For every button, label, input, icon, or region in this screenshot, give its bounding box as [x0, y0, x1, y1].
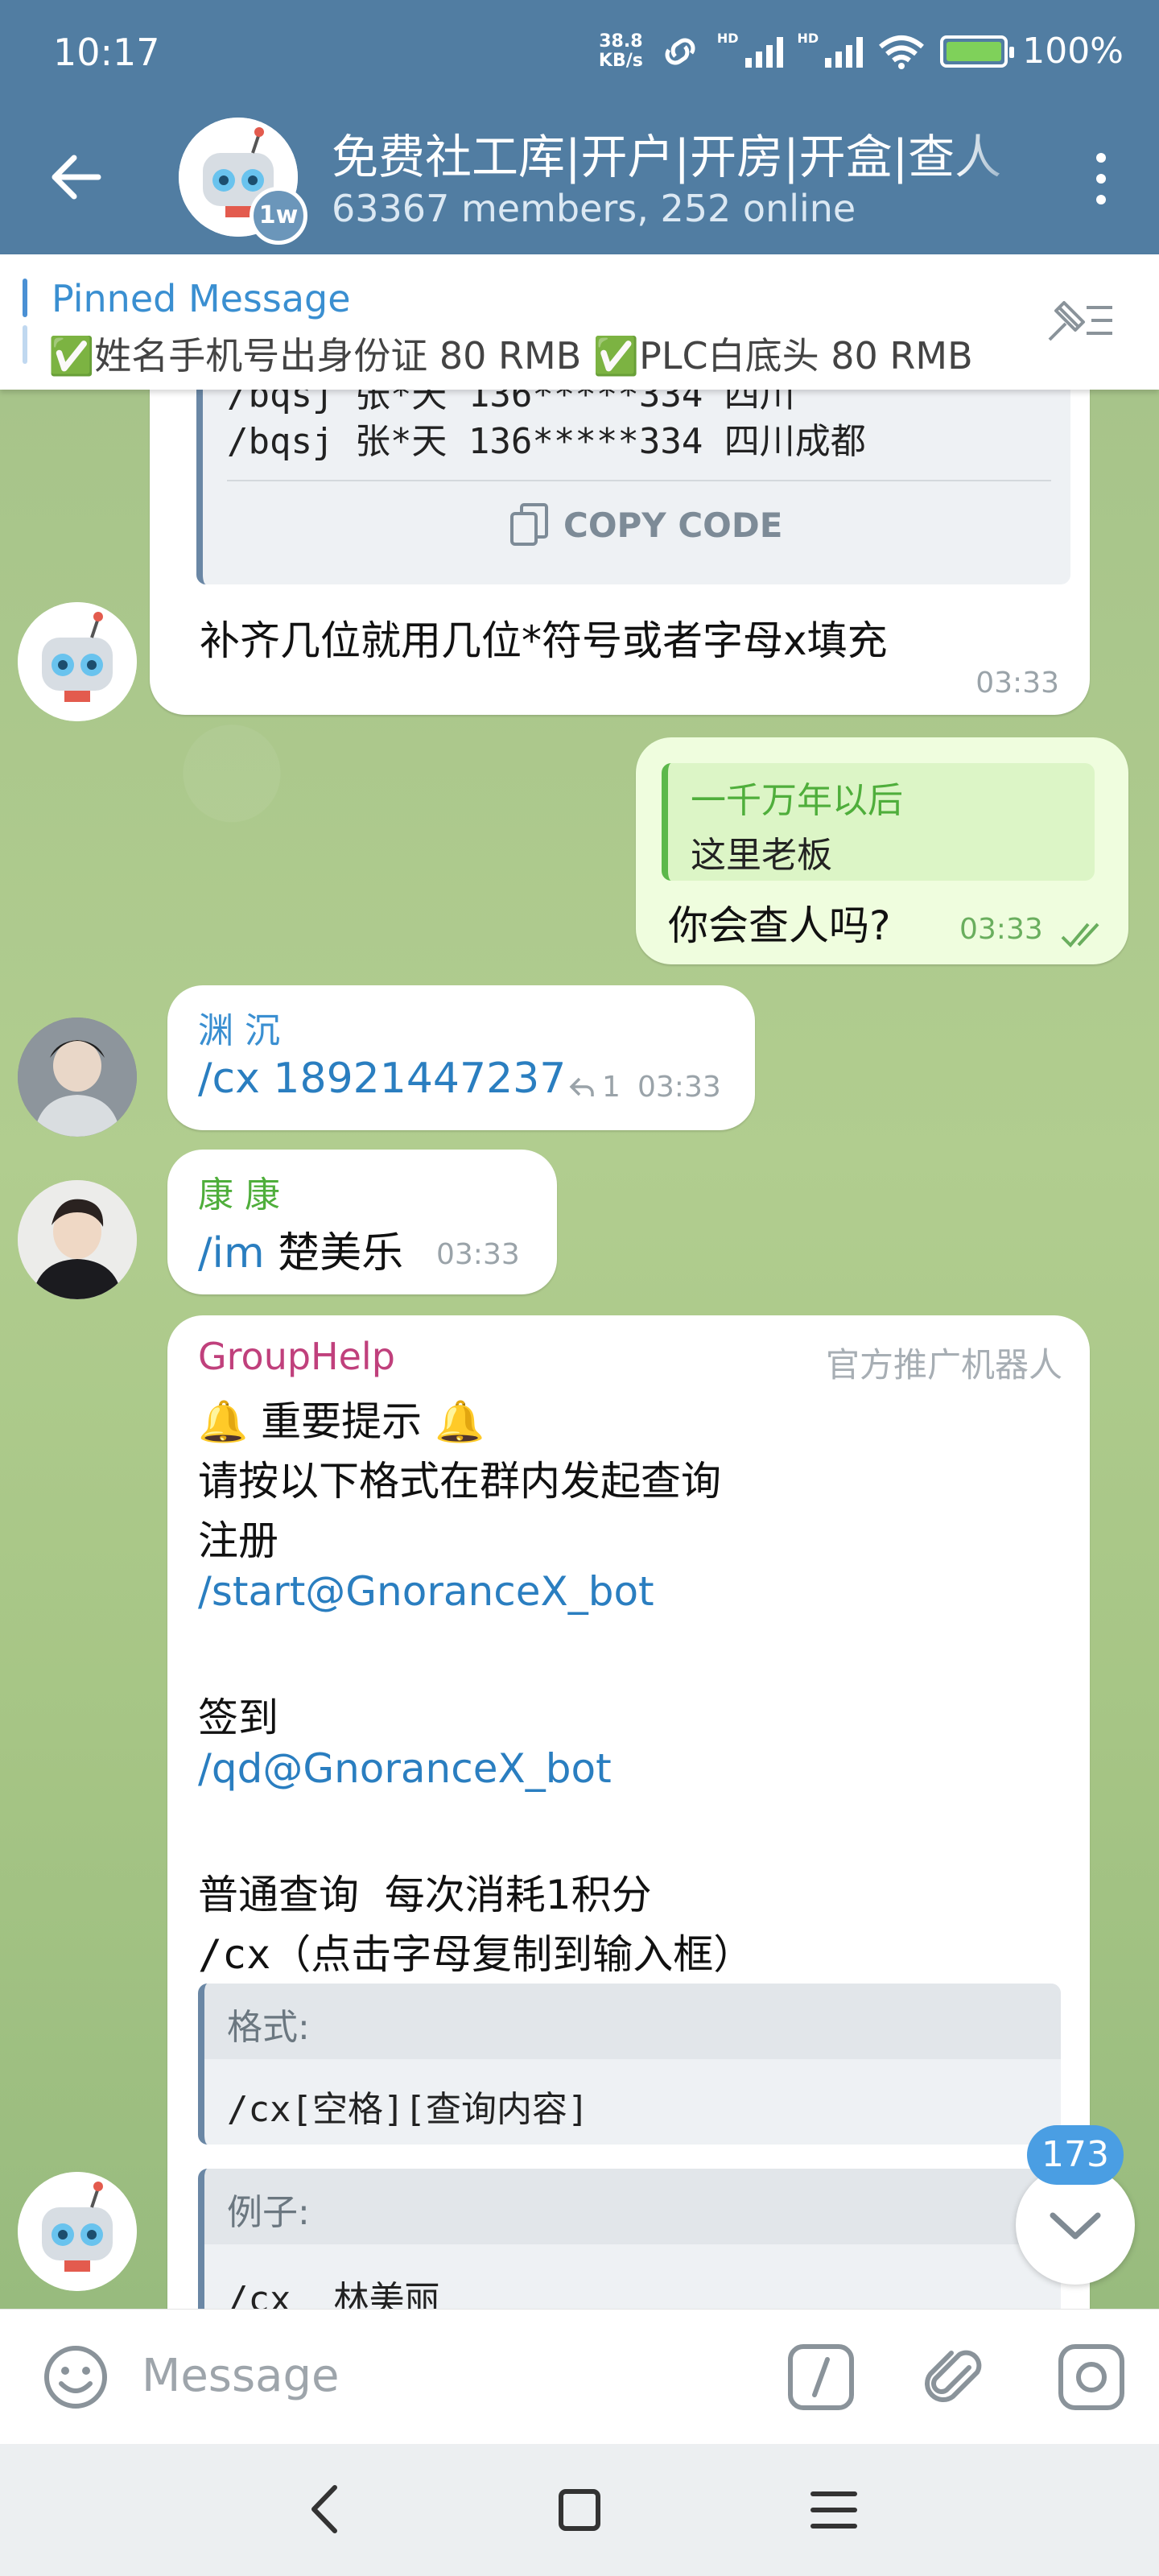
pinned-text: ✅姓名手机号出身份证 80 RMB ✅PLC白底头 80 RMB [48, 334, 973, 378]
format-label: 格式: [204, 1984, 1061, 2059]
read-checkmarks-icon [1061, 923, 1099, 947]
message-input[interactable]: Message [142, 2350, 339, 2402]
network-speed: 38.8 KB/s [598, 31, 643, 71]
pinned-message-bar[interactable]: Pinned Message ✅姓名手机号出身份证 80 RMB ✅PLC白底头… [0, 254, 1159, 390]
bell-icon: 🔔 [198, 1398, 249, 1445]
code-line: /bqsj 张*天 136*****334 四川成都 [227, 421, 866, 462]
group-badge: 1w [250, 187, 307, 245]
battery-percent: 100% [1022, 31, 1124, 72]
reply-name: 一千万年以后 [691, 780, 903, 821]
command-link[interactable]: /cx 18921447237 [198, 1055, 566, 1103]
message-time: 03:33 [637, 1071, 721, 1104]
nav-back-icon[interactable] [301, 2481, 349, 2537]
status-time: 10:17 [53, 31, 160, 74]
message-text: 普通查询 每次消耗1积分 [198, 1872, 652, 1918]
command-link[interactable]: /im [198, 1229, 265, 1278]
camera-icon[interactable] [1058, 2343, 1125, 2411]
message-time: 03:33 [975, 667, 1059, 700]
hd-label: HD [797, 31, 819, 46]
chat-title[interactable]: 免费社工库|开户|开房|开盒|查人 [332, 119, 1040, 187]
avatar[interactable] [18, 1180, 137, 1299]
signal-icon [825, 35, 864, 68]
pinned-indicator [23, 279, 27, 367]
message-input-bar: Message [0, 2309, 1159, 2444]
example-block[interactable]: 例子: /cx 林美丽 [198, 2169, 1061, 2309]
example-label: 例子: [204, 2169, 1061, 2244]
sender-name: 康 康 [198, 1174, 280, 1216]
robot-avatar-icon [18, 2172, 137, 2291]
top-app-bar: 10:17 38.8 KB/s HD HD 100% 1w 免费社工库|开户|开… [0, 0, 1159, 254]
command-link[interactable]: /qd@GnoranceX_bot [198, 1745, 612, 1792]
chat-subtitle: 63367 members, 252 online [332, 187, 856, 230]
format-code: /cx[空格][查询内容] [227, 2089, 589, 2130]
admin-tag: 官方推广机器人 [825, 1345, 1062, 1385]
sender-name: GroupHelp [198, 1335, 395, 1378]
code-block[interactable]: /bqsj 张*天 136*****334 四川 /bqsj 张*天 136**… [196, 390, 1070, 584]
bot-commands-icon[interactable] [787, 2343, 855, 2411]
message-time: 03:33 [959, 913, 1043, 946]
message-bubble[interactable]: GroupHelp 官方推广机器人 🔔 重要提示 🔔 请按以下格式在群内发起查询… [167, 1315, 1090, 2309]
reply-quote[interactable]: 一千万年以后 这里老板 [662, 763, 1095, 881]
example-code: /cx 林美丽 [227, 2279, 440, 2309]
wifi-icon [879, 35, 925, 69]
unread-count-badge: 173 [1027, 2125, 1124, 2185]
status-icons: 38.8 KB/s HD HD 100% [599, 31, 1124, 72]
nav-recents-icon[interactable] [808, 2486, 860, 2534]
pin-list-icon[interactable] [1043, 293, 1116, 349]
emoji-icon[interactable] [40, 2342, 111, 2413]
more-menu-icon[interactable] [1091, 153, 1111, 204]
message-text: 你会查人吗? [668, 902, 891, 949]
message-text: 请按以下格式在群内发起查询 [198, 1458, 721, 1505]
message-bubble[interactable]: 渊 沉 /cx 18921447237 1 03:33 [167, 985, 755, 1130]
outgoing-message-bubble[interactable]: 一千万年以后 这里老板 你会查人吗? 03:33 [636, 737, 1128, 964]
copy-icon [510, 503, 548, 546]
reply-count: 1 [602, 1071, 621, 1104]
copy-code-button[interactable]: COPY CODE [509, 502, 782, 547]
robot-avatar-icon [18, 602, 137, 721]
avatar[interactable] [18, 602, 137, 721]
system-nav-bar [0, 2444, 1159, 2576]
command-link[interactable]: /start@GnoranceX_bot [198, 1568, 654, 1615]
message-text: 补齐几位就用几位*符号或者字母x填充 [200, 617, 888, 664]
message-time: 03:33 [436, 1238, 520, 1271]
user-photo-icon [18, 1180, 137, 1299]
code-divider [227, 480, 1051, 481]
reply-text: 这里老板 [691, 835, 832, 876]
message-text: 🔔 重要提示 🔔 [198, 1398, 485, 1445]
signal-icon [744, 35, 783, 68]
format-block[interactable]: 格式: /cx[空格][查询内容] [198, 1984, 1061, 2145]
message-bubble[interactable]: /bqsj 张*天 136*****334 四川 /bqsj 张*天 136**… [150, 390, 1090, 715]
message-text: 签到 [198, 1695, 278, 1741]
nav-home-icon[interactable] [555, 2486, 604, 2534]
user-photo-icon [18, 1018, 137, 1137]
back-arrow-icon[interactable] [45, 145, 109, 209]
message-text: /im 楚美乐 [198, 1229, 404, 1278]
chat-area[interactable]: /bqsj 张*天 136*****334 四川 /bqsj 张*天 136**… [0, 390, 1159, 2309]
link-icon [665, 38, 695, 64]
hd-label: HD [716, 31, 739, 46]
battery-icon [940, 35, 1015, 68]
avatar[interactable] [18, 1018, 137, 1137]
reply-arrow-icon [569, 1077, 594, 1096]
message-text: /cx（点击字母复制到输入框） [198, 1931, 754, 1978]
bell-icon: 🔔 [435, 1398, 485, 1445]
pinned-title: Pinned Message [52, 277, 351, 320]
attach-icon[interactable] [922, 2343, 990, 2411]
message-bubble[interactable]: 康 康 /im 楚美乐 03:33 [167, 1150, 557, 1294]
message-text: 注册 [198, 1517, 278, 1564]
avatar[interactable] [18, 2172, 137, 2291]
sender-name: 渊 沉 [198, 1010, 280, 1051]
